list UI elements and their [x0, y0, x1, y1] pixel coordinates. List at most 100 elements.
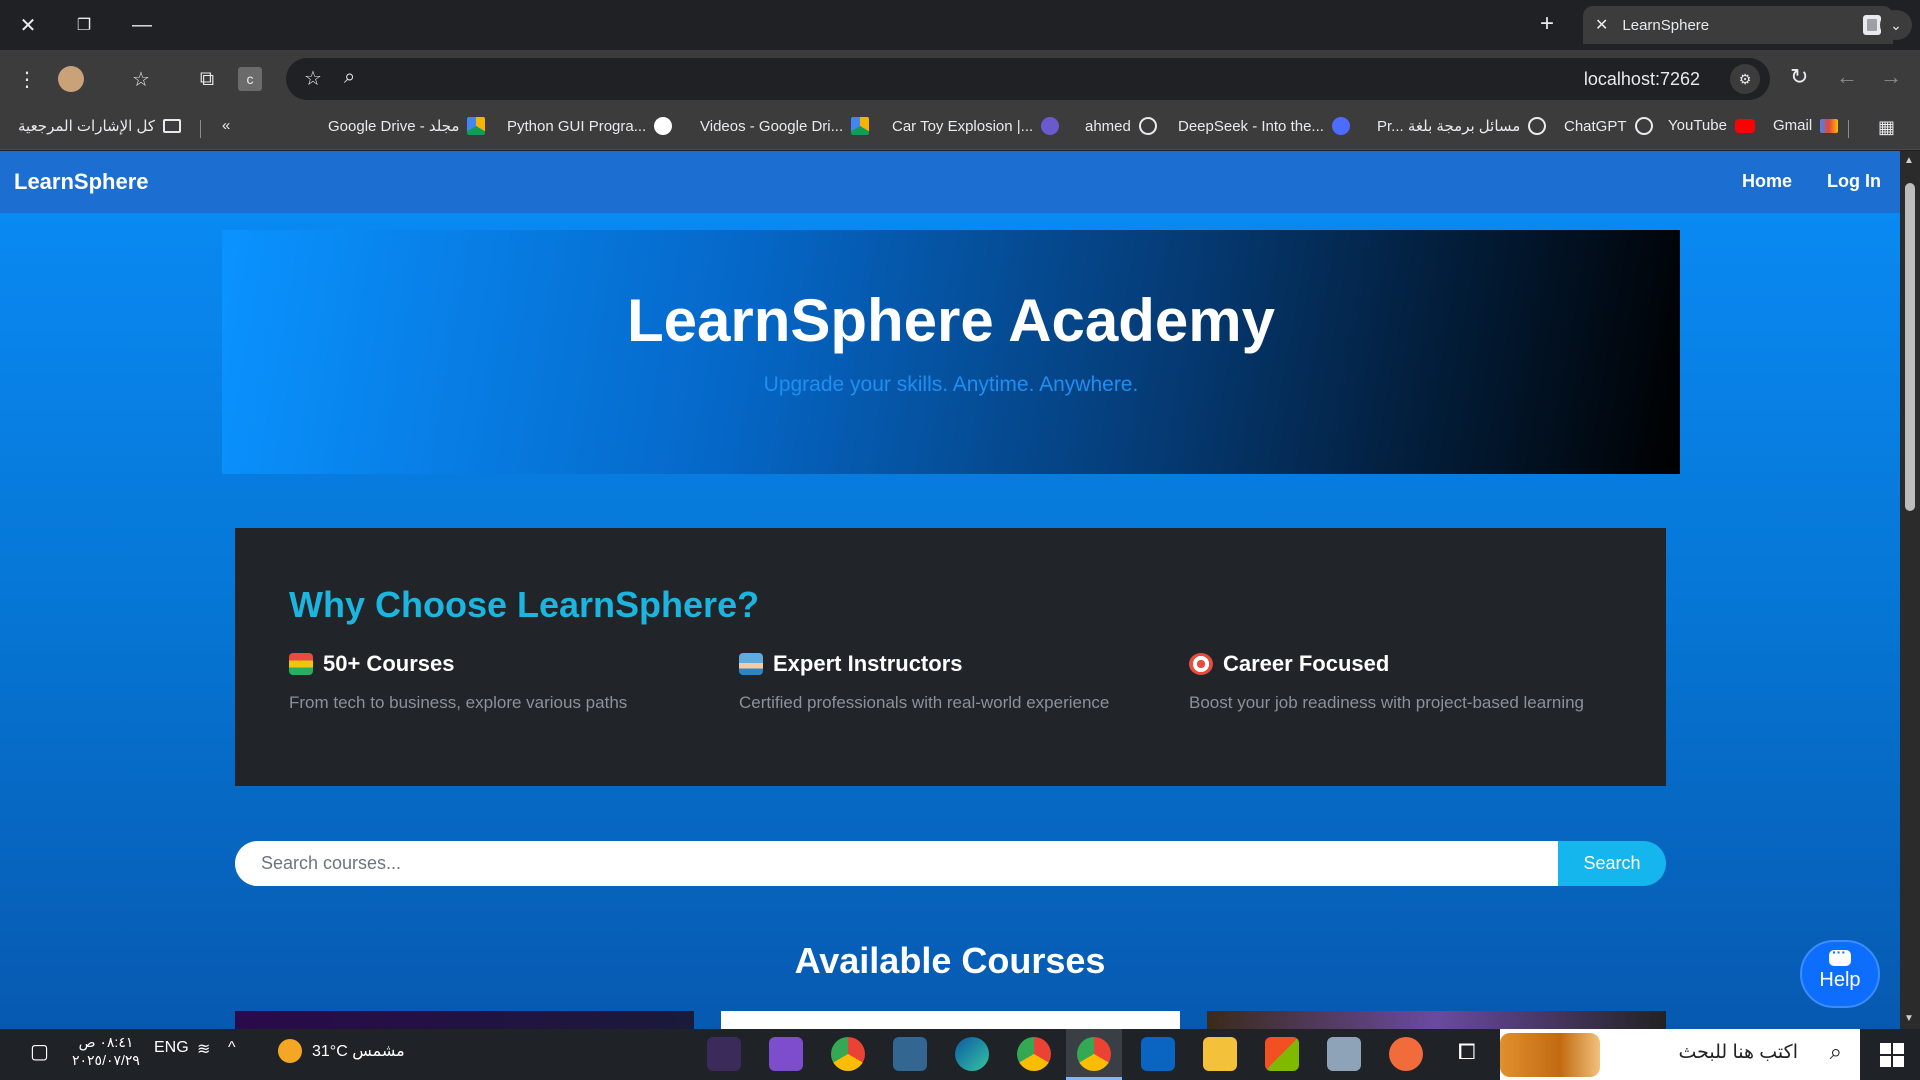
- bookmark-programming-problems[interactable]: Pr... مسائل برمجة بلغة: [1377, 117, 1547, 135]
- bookmark-label: Google Drive - مجلد: [328, 118, 460, 135]
- books-icon: [289, 653, 313, 675]
- bookmark-label: ChatGPT: [1564, 117, 1627, 135]
- outlook-icon[interactable]: [1141, 1037, 1175, 1071]
- notification-icon[interactable]: ▢: [30, 1039, 49, 1064]
- sun-icon: [278, 1039, 302, 1063]
- globe-icon: [1138, 117, 1157, 135]
- url-text[interactable]: localhost:7262: [1584, 69, 1700, 90]
- browser-menu-icon[interactable]: ⋮: [12, 64, 42, 94]
- bookmark-youtube[interactable]: YouTube: [1668, 117, 1755, 134]
- nav-login-link[interactable]: Log In: [1827, 171, 1881, 192]
- bookmark-separator: [1848, 120, 1849, 138]
- chrome-icon[interactable]: [831, 1037, 865, 1071]
- feature-title: Career Focused: [1189, 651, 1609, 677]
- printer-app-icon[interactable]: [1327, 1037, 1361, 1071]
- feature-title-text: Career Focused: [1223, 651, 1390, 676]
- star-badge-icon: [1041, 117, 1060, 135]
- address-bar[interactable]: ☆ ⌕ localhost:7262 ⚙: [286, 58, 1770, 100]
- chrome-profile-icon[interactable]: [1017, 1037, 1051, 1071]
- weather-widget[interactable]: 31°C مشمس: [278, 1039, 405, 1063]
- course-search-input[interactable]: [235, 841, 1558, 886]
- clock-date: ٢٠٢٥/٠٧/٢٩: [72, 1052, 140, 1068]
- favorites-icon[interactable]: ☆: [126, 64, 156, 94]
- bookmark-label: Pr... مسائل برمجة بلغة: [1377, 118, 1521, 135]
- page-scrollbar[interactable]: ▲ ▼: [1900, 151, 1920, 1029]
- taskbar-search-box[interactable]: اكتب هنا للبحث ⌕: [1500, 1029, 1860, 1080]
- chatgpt-icon: [1634, 117, 1653, 135]
- back-icon[interactable]: ←: [1836, 64, 1858, 90]
- window-close-button[interactable]: ✕: [8, 8, 48, 42]
- hero-subtitle: Upgrade your skills. Anytime. Anywhere.: [763, 373, 1139, 396]
- zoom-search-icon[interactable]: ⌕: [344, 66, 355, 89]
- tab-close-icon[interactable]: ✕: [1595, 15, 1608, 35]
- clock[interactable]: ٠٨:٤١ ص ٢٠٢٥/٠٧/٢٩: [72, 1033, 140, 1069]
- bookmark-label: Car Toy Explosion |...: [892, 117, 1034, 135]
- windows-start-icon[interactable]: [1880, 1043, 1904, 1067]
- profile-avatar[interactable]: [58, 66, 84, 92]
- terminal-app-icon[interactable]: [707, 1037, 741, 1071]
- window-restore-button[interactable]: ❐: [64, 8, 104, 42]
- course-card-thumbnail[interactable]: [721, 1011, 1180, 1029]
- page-viewport: LearnSphere Home Log In LearnSphere Acad…: [0, 151, 1920, 1029]
- bookmark-star-icon[interactable]: ☆: [304, 66, 322, 91]
- bookmark-label: YouTube: [1668, 117, 1727, 134]
- help-chat-button[interactable]: Help: [1800, 940, 1880, 1008]
- collections-icon[interactable]: c: [238, 67, 262, 91]
- file-explorer-icon[interactable]: [1203, 1037, 1237, 1071]
- bookmark-videos-google-drive[interactable]: Videos - Google Dri...: [700, 117, 870, 135]
- scroll-thumb[interactable]: [1905, 183, 1915, 511]
- extensions-icon[interactable]: ⧉: [192, 64, 222, 94]
- bookmark-label: Gmail: [1773, 117, 1813, 134]
- bookmark-gmail[interactable]: Gmail: [1773, 117, 1839, 134]
- logo-icon: [1528, 117, 1547, 135]
- nav-home-link[interactable]: Home: [1742, 171, 1792, 192]
- scroll-up-icon[interactable]: ▲: [1904, 155, 1914, 166]
- bookmarks-overflow-button[interactable]: «: [222, 117, 230, 134]
- tab-learnsphere[interactable]: ✕ LearnSphere: [1583, 6, 1893, 44]
- course-card-thumbnail[interactable]: [1207, 1011, 1666, 1029]
- feature-title-text: 50+ Courses: [323, 651, 455, 676]
- wifi-icon[interactable]: ≋: [197, 1039, 210, 1059]
- youtube-icon: [1734, 118, 1755, 133]
- course-card-thumbnail[interactable]: [235, 1011, 694, 1029]
- feature-title: 50+ Courses: [289, 651, 709, 677]
- feature-career: Career Focused Boost your job readiness …: [1189, 651, 1609, 713]
- postgresql-icon[interactable]: [893, 1037, 927, 1071]
- scroll-down-icon[interactable]: ▼: [1904, 1013, 1914, 1024]
- reload-icon[interactable]: ↻: [1790, 64, 1808, 90]
- tray-chevron-icon[interactable]: ^: [228, 1039, 236, 1057]
- window-minimize-button[interactable]: —: [122, 8, 162, 42]
- new-tab-button[interactable]: +: [1540, 10, 1554, 38]
- bookmark-deepseek[interactable]: DeepSeek - Into the...: [1178, 117, 1350, 135]
- feature-desc: Boost your job readiness with project-ba…: [1189, 693, 1585, 712]
- microsoft-store-icon[interactable]: [1265, 1037, 1299, 1071]
- bookmark-ahmed[interactable]: ahmed: [1085, 117, 1157, 135]
- postman-icon[interactable]: [1389, 1037, 1423, 1071]
- bookmark-chatgpt[interactable]: ChatGPT: [1564, 117, 1653, 135]
- search-highlight-image: [1500, 1033, 1600, 1077]
- task-view-icon[interactable]: ⧠: [1458, 1039, 1476, 1065]
- course-search-bar: Search: [235, 841, 1666, 886]
- tab-title: LearnSphere: [1622, 16, 1710, 34]
- gmail-icon: [1820, 118, 1839, 133]
- site-brand[interactable]: LearnSphere: [14, 169, 149, 195]
- tab-search-menu-button[interactable]: ⌄: [1880, 10, 1912, 40]
- search-button[interactable]: Search: [1558, 841, 1666, 886]
- bookmark-separator: [200, 120, 201, 138]
- language-indicator[interactable]: ENG: [154, 1039, 189, 1057]
- teacher-icon: [739, 653, 763, 675]
- help-label: Help: [1819, 969, 1861, 991]
- apps-grid-icon[interactable]: ▦: [1878, 117, 1895, 138]
- site-settings-icon[interactable]: ⚙: [1730, 64, 1760, 94]
- bookmark-google-drive-folder[interactable]: Google Drive - مجلد: [328, 117, 486, 135]
- edge-icon[interactable]: [955, 1037, 989, 1071]
- feature-title-text: Expert Instructors: [773, 651, 963, 676]
- bookmark-car-toy-explosion[interactable]: Car Toy Explosion |...: [892, 117, 1060, 135]
- forward-icon[interactable]: →: [1880, 64, 1902, 90]
- visual-studio-icon[interactable]: [769, 1037, 803, 1071]
- all-bookmarks-folder[interactable]: كل الإشارات المرجعية: [18, 117, 181, 135]
- bookmark-python-gui[interactable]: Python GUI Progra...: [507, 117, 673, 135]
- chrome-active-icon[interactable]: [1077, 1037, 1111, 1071]
- page-favicon-icon: [1863, 15, 1881, 35]
- python-icon: [654, 117, 673, 135]
